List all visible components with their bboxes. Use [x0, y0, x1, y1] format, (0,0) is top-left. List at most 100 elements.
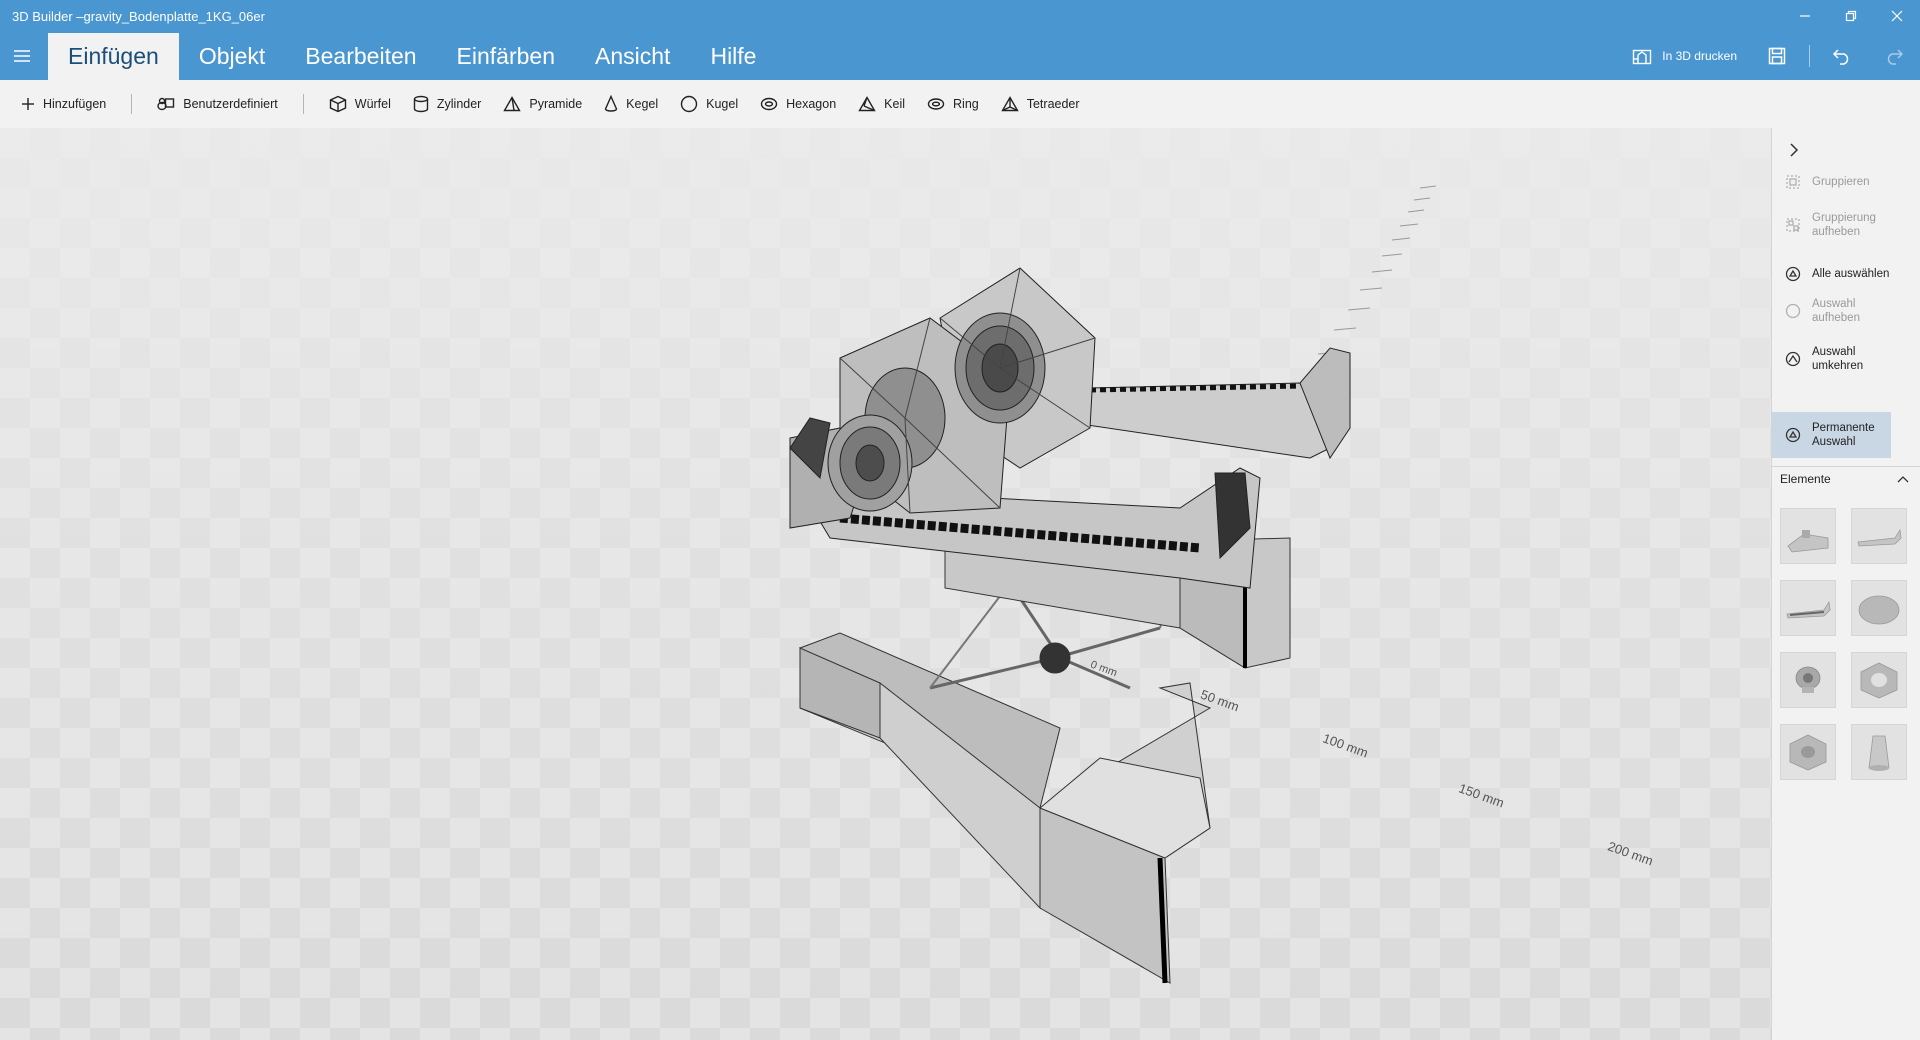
- close-button[interactable]: [1874, 0, 1920, 32]
- ruler-ticks: [1317, 185, 1437, 355]
- sphere-icon: [680, 95, 698, 113]
- base-platform: [798, 577, 1212, 984]
- cone-label: Kegel: [626, 97, 659, 111]
- title-bar: 3D Builder –gravity_Bodenplatte_1KG_06er…: [0, 0, 1920, 80]
- invert-selection-label: Auswahl umkehren: [1812, 346, 1864, 372]
- element-preview: [1795, 666, 1821, 693]
- custom-shapes-label: Benutzerdefiniert: [183, 97, 278, 111]
- hexagon-label: Hexagon: [786, 97, 837, 111]
- cone-button[interactable]: Kegel: [593, 88, 669, 120]
- tab-einfuegen[interactable]: Einfügen: [48, 33, 179, 80]
- redo-button[interactable]: [1868, 38, 1920, 74]
- wedge-icon: [858, 96, 876, 112]
- pyramid-icon: [503, 96, 522, 112]
- ribbon-divider: [1809, 45, 1810, 67]
- menu-button[interactable]: [10, 44, 34, 68]
- element-preview: [1789, 734, 1827, 771]
- elements-section-title: Elemente: [1780, 471, 1831, 486]
- pyramid-label: Pyramide: [529, 97, 583, 111]
- save-button[interactable]: [1751, 38, 1803, 74]
- element-thumbnail[interactable]: [1851, 580, 1907, 636]
- print-3d-button[interactable]: In 3D drucken: [1618, 38, 1751, 74]
- ungroup-icon: [1784, 216, 1802, 234]
- print-3d-icon: [1633, 49, 1652, 65]
- group-icon: [1784, 173, 1802, 191]
- tetrahedron-button[interactable]: Tetraeder: [990, 88, 1091, 120]
- invert-selection-button[interactable]: Auswahl umkehren: [1772, 342, 1892, 376]
- hamburger-icon: [14, 50, 30, 62]
- close-icon: [1891, 10, 1903, 22]
- cylinder-label: Zylinder: [436, 97, 482, 111]
- print-3d-label: In 3D drucken: [1662, 49, 1737, 63]
- element-preview: [1857, 528, 1902, 547]
- tab-ansicht[interactable]: Ansicht: [575, 33, 690, 80]
- hexagon-icon: [760, 97, 778, 111]
- wedge-label: Keil: [884, 97, 906, 111]
- elements-grid: [1780, 508, 1920, 780]
- element-thumbnail[interactable]: [1780, 580, 1836, 636]
- custom-shapes-button[interactable]: Benutzerdefiniert: [146, 88, 289, 120]
- insert-toolbar: Hinzufügen Benutzerdefiniert Würfel Zyli…: [0, 80, 1920, 128]
- select-all-button[interactable]: Alle auswählen: [1772, 262, 1892, 286]
- pyramid-button[interactable]: Pyramide: [492, 88, 593, 120]
- element-thumbnail[interactable]: [1851, 724, 1907, 780]
- add-label: Hinzufügen: [43, 97, 107, 111]
- 3d-viewport[interactable]: 0 mm 50 mm 100 mm 150 mm 200 mm: [0, 128, 1771, 1040]
- restore-button[interactable]: [1828, 0, 1874, 32]
- element-preview: [1786, 600, 1831, 619]
- permanent-selection-label: Permanente Auswahl: [1812, 422, 1875, 448]
- element-thumbnail[interactable]: [1780, 724, 1836, 780]
- chevron-up-icon: [1897, 475, 1909, 482]
- element-thumbnail[interactable]: [1851, 508, 1907, 564]
- cone-icon: [604, 95, 618, 112]
- deselect-button[interactable]: Auswahl aufheben: [1772, 294, 1892, 328]
- group-button[interactable]: Gruppieren: [1772, 170, 1892, 194]
- deselect-icon: [1784, 302, 1802, 320]
- undo-icon: [1832, 49, 1849, 65]
- permanent-selection-icon: [1784, 426, 1802, 444]
- toolbar-divider: [131, 94, 133, 114]
- wedge-button[interactable]: Keil: [847, 88, 916, 120]
- cube-label: Würfel: [354, 97, 391, 111]
- element-thumbnail[interactable]: [1780, 508, 1836, 564]
- element-preview: [1787, 530, 1829, 553]
- element-preview: [1868, 735, 1890, 771]
- window-controls: [1782, 0, 1920, 32]
- window-title: 3D Builder –gravity_Bodenplatte_1KG_06er: [12, 9, 265, 24]
- redo-icon: [1887, 49, 1904, 65]
- element-preview: [1860, 662, 1898, 699]
- element-thumbnail[interactable]: [1780, 652, 1836, 708]
- add-button[interactable]: Hinzufügen: [10, 88, 117, 120]
- undo-button[interactable]: [1816, 38, 1868, 74]
- cube-icon: [329, 95, 346, 113]
- 3d-model[interactable]: [0, 128, 1771, 1040]
- toolbar-divider: [302, 94, 304, 114]
- tab-einfaerben[interactable]: Einfärben: [437, 33, 575, 80]
- minimize-button[interactable]: [1782, 0, 1828, 32]
- sphere-label: Kugel: [706, 97, 739, 111]
- plus-icon: [22, 98, 34, 110]
- sphere-button[interactable]: Kugel: [669, 88, 749, 120]
- ungroup-button[interactable]: Gruppierung aufheben: [1772, 208, 1892, 242]
- ring-label: Ring: [953, 97, 979, 111]
- collapse-panel-button[interactable]: [1782, 138, 1806, 162]
- gear-housing: [789, 267, 1096, 529]
- permanent-selection-button[interactable]: Permanente Auswahl: [1772, 412, 1891, 458]
- element-thumbnail[interactable]: [1851, 652, 1907, 708]
- hexagon-button[interactable]: Hexagon: [749, 88, 847, 120]
- element-preview: [1858, 595, 1900, 625]
- side-panel: Gruppieren Gruppierung aufheben Alle aus…: [1771, 128, 1920, 1040]
- save-icon: [1768, 47, 1786, 65]
- cylinder-button[interactable]: Zylinder: [402, 88, 492, 120]
- chevron-right-icon: [1790, 143, 1799, 157]
- custom-shapes-icon: [157, 97, 175, 111]
- elements-section-header[interactable]: Elemente: [1772, 466, 1920, 490]
- ring-button[interactable]: Ring: [916, 88, 990, 120]
- cube-button[interactable]: Würfel: [318, 88, 402, 120]
- tetrahedron-icon: [1001, 96, 1019, 112]
- ribbon-tabs: Einfügen Objekt Bearbeiten Einfärben Ans…: [48, 33, 776, 80]
- tab-hilfe[interactable]: Hilfe: [690, 33, 776, 80]
- select-all-icon: [1784, 265, 1802, 283]
- tab-bearbeiten[interactable]: Bearbeiten: [285, 33, 436, 80]
- tab-objekt[interactable]: Objekt: [179, 33, 285, 80]
